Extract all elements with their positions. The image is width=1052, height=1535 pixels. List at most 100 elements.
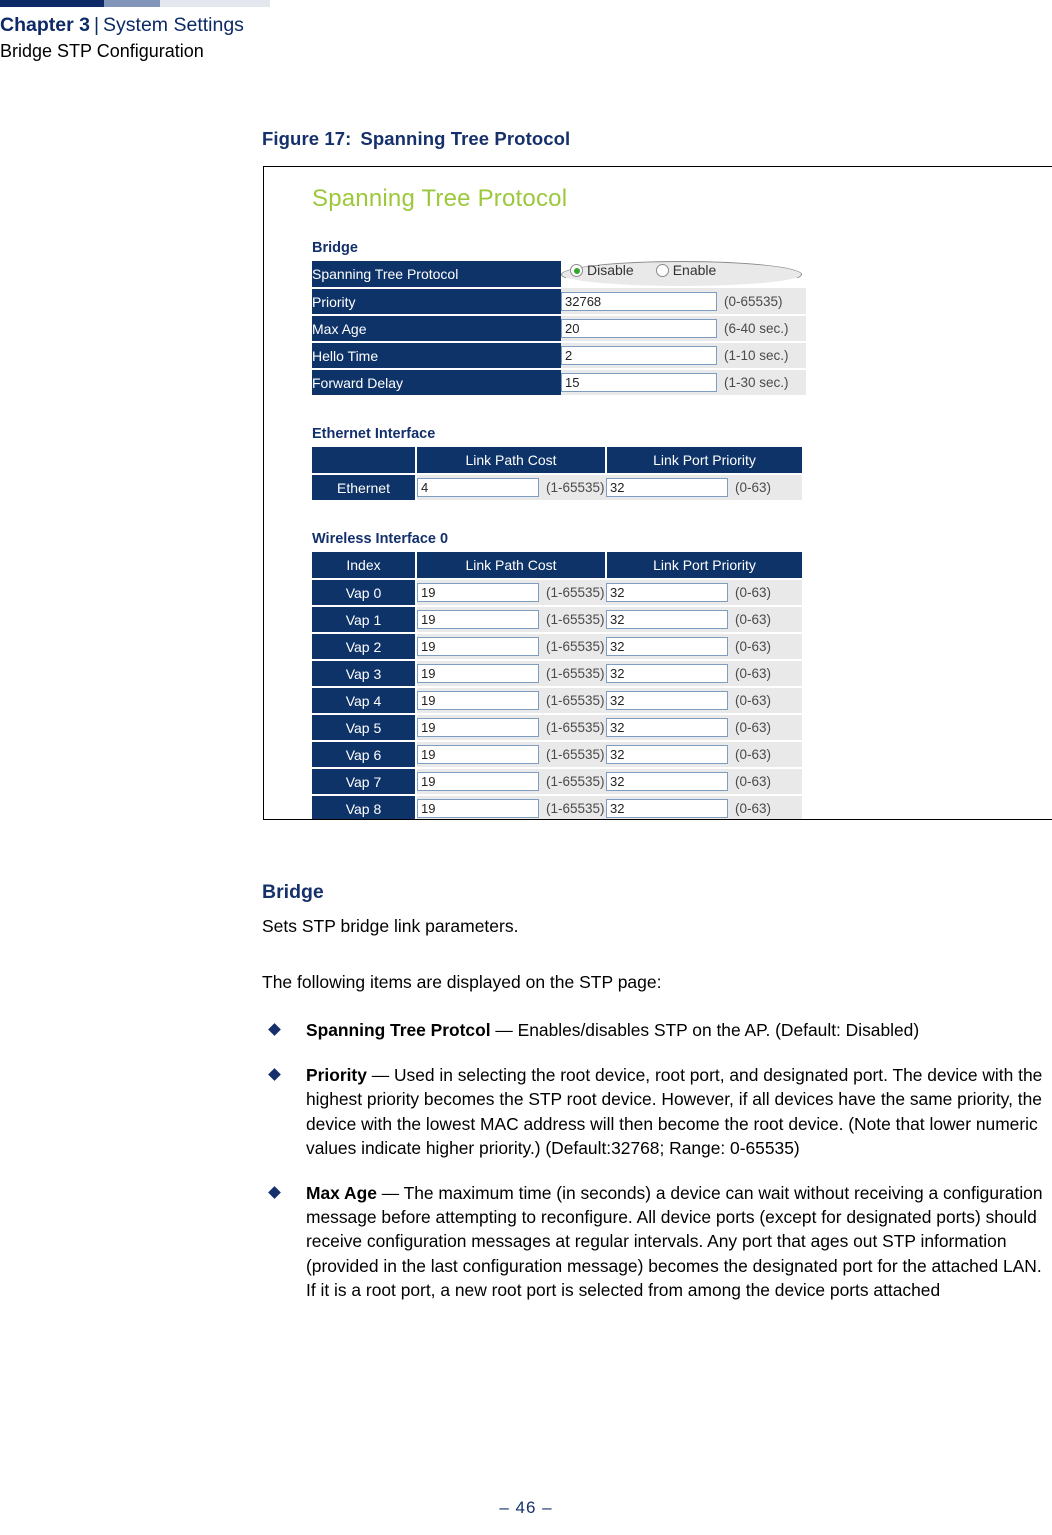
link-port-priority-cell: 32 (0-63) xyxy=(606,714,802,742)
range-hint: (1-65535) xyxy=(546,585,605,600)
range-hint: (0-63) xyxy=(735,480,772,495)
link-port-priority-input[interactable]: 32 xyxy=(606,745,728,764)
table-row: Vap 3 19 (1-65535) 32 (0-63) xyxy=(312,660,802,688)
text-input[interactable]: 2 xyxy=(561,346,717,365)
range-hint: (0-63) xyxy=(735,747,772,762)
range-hint: (1-65535) xyxy=(546,801,605,816)
page-number: – 46 – xyxy=(499,1498,553,1517)
link-path-cost-cell: 19 (1-65535) xyxy=(416,579,606,607)
table-row: Vap 6 19 (1-65535) 32 (0-63) xyxy=(312,741,802,769)
ethernet-table: Link Path Cost Link Port Priority Ethern… xyxy=(312,447,802,502)
link-port-priority-input[interactable]: 32 xyxy=(606,664,728,683)
range-hint: (0-63) xyxy=(735,666,772,681)
figure-screenshot: Spanning Tree Protocol Bridge Spanning T… xyxy=(263,166,1052,820)
parameter-name: Spanning Tree Protcol xyxy=(306,1020,491,1040)
header-rule xyxy=(0,0,270,7)
link-port-priority-input[interactable]: 32 xyxy=(606,583,728,602)
table-row: Ethernet 4 (1-65535) 32 (0-63) xyxy=(312,474,802,502)
table-header-row: Link Path Cost Link Port Priority xyxy=(312,447,802,475)
col-header-link-port-priority: Link Port Priority xyxy=(606,552,802,580)
link-path-cost-input[interactable]: 4 xyxy=(417,478,539,497)
wireless-section: Wireless Interface 0 Index Link Path Cos… xyxy=(312,531,1052,819)
link-port-priority-cell: 32 (0-63) xyxy=(606,633,802,661)
link-path-cost-input[interactable]: 19 xyxy=(417,610,539,629)
bridge-row-value: 15 (1-30 sec.) xyxy=(561,369,806,397)
bridge-row-label: Max Age xyxy=(312,315,561,343)
table-header-row: Index Link Path Cost Link Port Priority xyxy=(312,552,802,580)
bridge-section-heading: Bridge xyxy=(312,240,358,256)
link-port-priority-input[interactable]: 32 xyxy=(606,610,728,629)
range-hint: (0-63) xyxy=(735,774,772,789)
wireless-section-heading: Wireless Interface 0 xyxy=(312,531,449,547)
range-hint: (0-63) xyxy=(735,801,772,816)
link-path-cost-cell: 19 (1-65535) xyxy=(416,606,606,634)
link-port-priority-input[interactable]: 32 xyxy=(606,478,728,497)
table-row: Vap 4 19 (1-65535) 32 (0-63) xyxy=(312,687,802,715)
link-port-priority-cell: 32 (0-63) xyxy=(606,474,802,502)
bridge-table: Spanning Tree Protocol Disable Enable Prior… xyxy=(312,261,806,397)
header-rule-segment-mid xyxy=(104,0,160,7)
link-port-priority-cell: 32 (0-63) xyxy=(606,660,802,688)
bridge-row-value: 32768 (0-65535) xyxy=(561,288,806,316)
parameter-description: — Used in selecting the root device, roo… xyxy=(306,1065,1043,1158)
col-header-link-path-cost: Link Path Cost xyxy=(416,552,607,580)
range-hint: (1-65535) xyxy=(546,480,605,495)
link-path-cost-input[interactable]: 19 xyxy=(417,637,539,656)
body-heading-bridge: Bridge xyxy=(262,881,324,903)
text-input[interactable]: 15 xyxy=(561,373,717,392)
link-path-cost-input[interactable]: 19 xyxy=(417,691,539,710)
range-hint: (1-65535) xyxy=(546,612,605,627)
link-path-cost-cell: 19 (1-65535) xyxy=(416,714,606,742)
link-path-cost-input[interactable]: 19 xyxy=(417,583,539,602)
range-hint: (0-63) xyxy=(735,720,772,735)
bridge-section: Bridge Spanning Tree Protocol Disable Enab… xyxy=(312,240,1052,397)
link-path-cost-input[interactable]: 19 xyxy=(417,799,539,818)
link-path-cost-cell: 19 (1-65535) xyxy=(416,687,606,715)
link-port-priority-cell: 32 (0-63) xyxy=(606,741,802,769)
link-path-cost-cell: 19 (1-65535) xyxy=(416,795,606,819)
text-input[interactable]: 20 xyxy=(561,319,717,338)
link-port-priority-input[interactable]: 32 xyxy=(606,772,728,791)
link-path-cost-input[interactable]: 19 xyxy=(417,772,539,791)
table-row: Max Age 20 (6-40 sec.) xyxy=(312,315,806,343)
radio-button-icon[interactable] xyxy=(655,264,669,277)
link-port-priority-input[interactable]: 32 xyxy=(606,637,728,656)
table-row: Vap 2 19 (1-65535) 32 (0-63) xyxy=(312,633,802,661)
link-port-priority-input[interactable]: 32 xyxy=(606,718,728,737)
table-row: Vap 0 19 (1-65535) 32 (0-63) xyxy=(312,579,802,607)
bridge-row-label: Hello Time xyxy=(312,342,561,370)
range-hint: (0-63) xyxy=(735,693,772,708)
range-hint: (1-65535) xyxy=(546,693,605,708)
text-input[interactable]: 32768 xyxy=(561,291,717,311)
link-port-priority-input[interactable]: 32 xyxy=(606,799,728,818)
table-row: Priority 32768 (0-65535) xyxy=(312,288,806,316)
bridge-row-value: Disable Enable xyxy=(561,261,802,288)
link-port-priority-input[interactable]: 32 xyxy=(606,691,728,710)
link-port-priority-cell: 32 (0-63) xyxy=(606,687,802,715)
figure-number: Figure 17: xyxy=(262,128,352,149)
parameter-description: — The maximum time (in seconds) a device… xyxy=(306,1182,1043,1300)
link-path-cost-input[interactable]: 19 xyxy=(417,664,539,683)
list-item: Priority — Used in selecting the root de… xyxy=(262,1063,1052,1160)
bridge-row-label: Priority xyxy=(312,288,561,316)
link-path-cost-cell: 19 (1-65535) xyxy=(416,660,606,688)
link-port-priority-cell: 32 (0-63) xyxy=(606,606,802,634)
link-path-cost-input[interactable]: 19 xyxy=(417,718,539,737)
body-paragraph-2: The following items are displayed on the… xyxy=(262,972,662,992)
table-row: Vap 8 19 (1-65535) 32 (0-63) xyxy=(312,795,802,819)
interface-index-label: Vap 4 xyxy=(312,687,417,715)
interface-index-label: Vap 8 xyxy=(312,795,417,819)
range-hint: (0-63) xyxy=(735,639,772,654)
header-separator: | xyxy=(93,14,100,36)
bridge-row-label: Spanning Tree Protocol xyxy=(312,261,561,289)
radio-option-label: Disable xyxy=(587,262,634,278)
bridge-row-value: 20 (6-40 sec.) xyxy=(561,315,806,343)
stp-page-title: Spanning Tree Protocol xyxy=(312,185,568,212)
radio-option-disable[interactable]: Disable xyxy=(570,262,656,278)
radio-button-icon[interactable] xyxy=(570,264,583,277)
interface-index-label: Vap 3 xyxy=(312,660,417,688)
radio-option-enable[interactable]: Enable xyxy=(655,262,739,278)
bridge-row-value: 2 (1-10 sec.) xyxy=(561,342,806,370)
link-path-cost-input[interactable]: 19 xyxy=(417,745,539,764)
range-hint: (0-63) xyxy=(735,612,772,627)
